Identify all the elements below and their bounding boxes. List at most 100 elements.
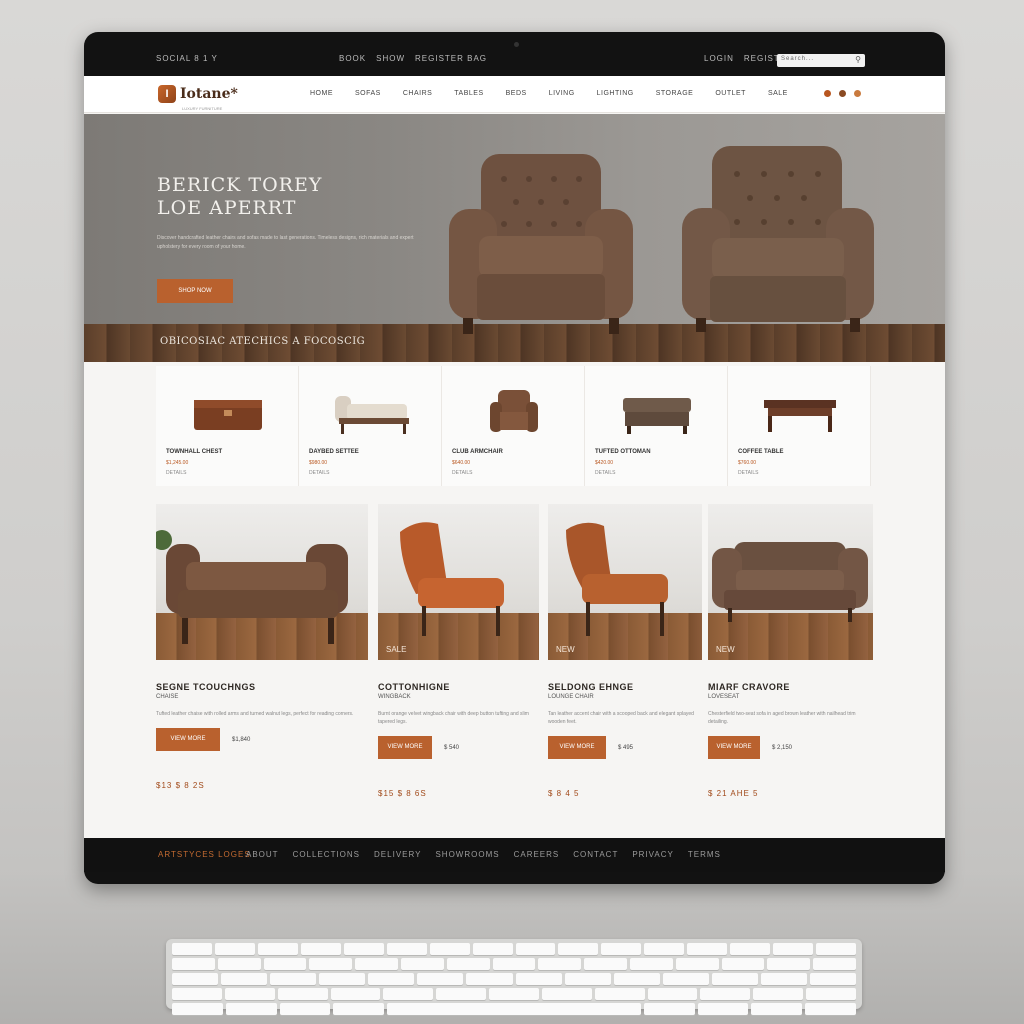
keyboard-key: [355, 958, 398, 970]
footer-link[interactable]: PRIVACY: [632, 850, 674, 859]
menu-item-tables[interactable]: TABLES: [454, 90, 483, 97]
account-icon[interactable]: [839, 90, 846, 97]
product-image[interactable]: NEW: [708, 504, 873, 660]
search-icon[interactable]: ⚲: [855, 55, 862, 64]
table-icon: [764, 400, 836, 432]
footer-link[interactable]: SHOWROOMS: [435, 850, 499, 859]
product-title[interactable]: MIARF CRAVORE: [708, 682, 873, 692]
search-input[interactable]: Search... ⚲: [777, 54, 865, 67]
product-image[interactable]: [156, 504, 368, 660]
footer-link[interactable]: DELIVERY: [374, 850, 421, 859]
menu-item-outlet[interactable]: OUTLET: [715, 90, 746, 97]
category-name: TUFTED OTTOMAN: [595, 449, 651, 455]
keyboard-key: [263, 958, 307, 970]
category-name: CLUB ARMCHAIR: [452, 449, 503, 455]
view-more-button[interactable]: VIEW MORE: [708, 736, 760, 759]
topbar-link[interactable]: BOOK: [339, 54, 366, 63]
footer-link[interactable]: COLLECTIONS: [293, 850, 360, 859]
footer-link[interactable]: CONTACT: [573, 850, 618, 859]
keyboard-row: [172, 943, 856, 955]
category-card[interactable]: COFFEE TABLE $760.00 DETAILS: [728, 366, 871, 486]
menu-item-sale[interactable]: SALE: [768, 90, 788, 97]
keyboard-key: [760, 973, 808, 985]
keyboard-key: [383, 988, 434, 1000]
wishlist-icon[interactable]: [824, 90, 831, 97]
keyboard-key: [225, 1003, 277, 1015]
keyboard-key: [813, 958, 856, 970]
category-link[interactable]: DETAILS: [595, 470, 615, 476]
keyboard-key: [643, 1003, 695, 1015]
hero-banner: BERICK TOREY LOE APERRT Discover handcra…: [84, 114, 945, 362]
category-link[interactable]: DETAILS: [309, 470, 329, 476]
product-image[interactable]: NEW: [548, 504, 702, 660]
nav-icons: [824, 90, 861, 97]
loveseat-image: [712, 542, 868, 622]
product-price: $1,840: [232, 736, 251, 743]
footer-link[interactable]: TERMS: [688, 850, 721, 859]
menu-item-living[interactable]: LIVING: [549, 90, 575, 97]
keyboard-key: [515, 973, 562, 985]
wingback-chair-image: [400, 522, 504, 636]
category-card[interactable]: DAYBED SETTEE $980.00 DETAILS: [299, 366, 442, 486]
footer-brand[interactable]: ARTSTYCES LOGES: [158, 850, 251, 859]
category-link[interactable]: DETAILS: [452, 470, 472, 476]
keyboard-key: [270, 973, 317, 985]
logo[interactable]: I Iotane*: [158, 85, 238, 103]
view-more-button[interactable]: VIEW MORE: [548, 736, 606, 759]
category-card[interactable]: TUFTED OTTOMAN $420.00 DETAILS: [585, 366, 728, 486]
lounge-chair-image: [566, 522, 668, 636]
keyboard-key: [647, 988, 698, 1000]
keyboard-key: [584, 958, 627, 970]
view-more-button[interactable]: VIEW MORE: [378, 736, 432, 759]
keyboard-key: [538, 958, 582, 970]
keyboard-key: [721, 958, 765, 970]
keyboard-key: [806, 988, 856, 1000]
product-image[interactable]: SALE: [378, 504, 539, 660]
category-link[interactable]: DETAILS: [166, 470, 186, 476]
product-badge: NEW: [556, 645, 575, 654]
product-title[interactable]: SELDONG EHNGE: [548, 682, 702, 692]
keyboard-row: [172, 973, 857, 985]
login-link[interactable]: LOGIN: [704, 54, 734, 63]
logo-mark: I: [158, 85, 176, 103]
keyboard-key: [309, 958, 353, 970]
view-more-button[interactable]: VIEW MORE: [156, 728, 220, 751]
menu-item-storage[interactable]: STORAGE: [656, 90, 694, 97]
keyboard-key: [541, 988, 592, 1000]
menu-item-sofas[interactable]: SOFAS: [355, 90, 381, 97]
category-price: $760.00: [738, 460, 757, 466]
site-nav: I Iotane* LUXURY FURNITURE HOME SOFAS CH…: [84, 76, 945, 113]
menu-item-beds[interactable]: BEDS: [506, 90, 527, 97]
menu-item-chairs[interactable]: CHAIRS: [403, 90, 432, 97]
armchair-icon: [490, 390, 538, 432]
keyboard-key: [472, 943, 513, 955]
keyboard-key: [515, 943, 556, 955]
browser-topbar: SOCIAL 8 1 Y BOOK SHOW REGISTER BAG LOGI…: [84, 32, 945, 76]
menu-item-lighting[interactable]: LIGHTING: [597, 90, 634, 97]
category-card[interactable]: TOWNHALL CHEST $1,245.00 DETAILS: [156, 366, 299, 486]
armchair-left: [449, 154, 633, 334]
cart-icon[interactable]: [854, 90, 861, 97]
product-title[interactable]: SEGNE TCOUCHNGS: [156, 682, 368, 692]
keyboard-key: [319, 973, 366, 985]
product-card: SEGNE TCOUCHNGS CHAISE Tufted leather ch…: [156, 504, 368, 790]
keyboard-key: [753, 988, 804, 1000]
topbar-link[interactable]: REGISTER BAG: [415, 54, 487, 63]
keyboard-key: [767, 958, 811, 970]
menu-item-home[interactable]: HOME: [310, 90, 333, 97]
category-card[interactable]: CLUB ARMCHAIR $640.00 DETAILS: [442, 366, 585, 486]
category-price: $980.00: [309, 460, 328, 466]
topbar-link[interactable]: SHOW: [376, 54, 405, 63]
main-menu: HOME SOFAS CHAIRS TABLES BEDS LIVING LIG…: [310, 90, 788, 97]
keyboard: [166, 939, 862, 1015]
keyboard-key: [386, 943, 427, 955]
product-actions: VIEW MORE $ 495: [548, 736, 702, 759]
footer-link[interactable]: ABOUT: [246, 850, 279, 859]
product-subtitle: WINGBACK: [378, 694, 411, 700]
product-title[interactable]: COTTONHIGNE: [378, 682, 539, 692]
keyboard-key: [300, 943, 341, 955]
keyboard-row: [172, 988, 856, 1000]
keyboard-key: [417, 973, 464, 985]
category-link[interactable]: DETAILS: [738, 470, 758, 476]
footer-link[interactable]: CAREERS: [514, 850, 560, 859]
